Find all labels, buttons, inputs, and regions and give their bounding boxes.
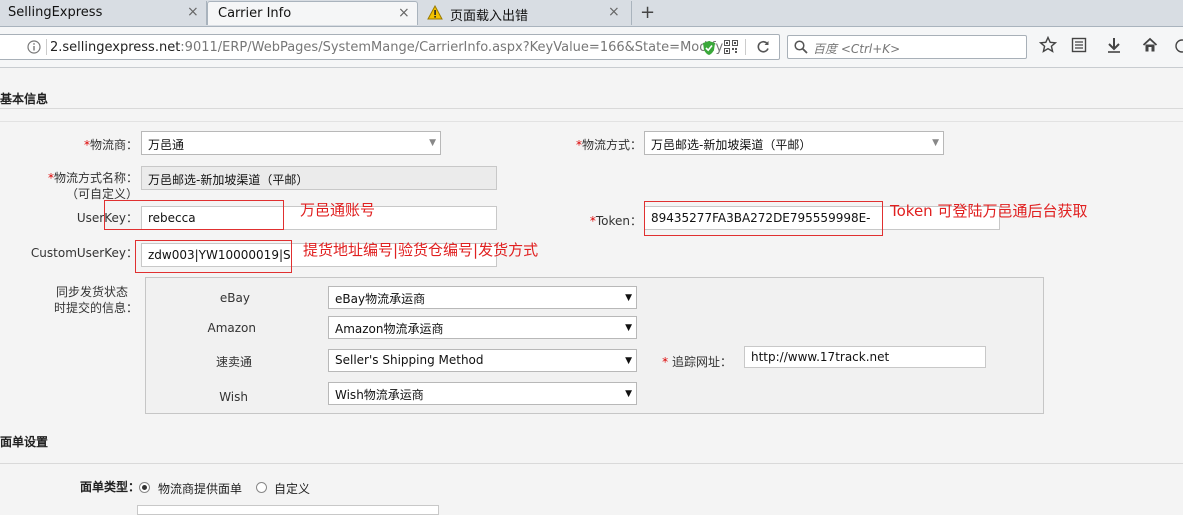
shipping-method-select[interactable]: 万邑邮选-新加坡渠道（平邮） ▼ [644, 131, 944, 155]
userkey-highlight [104, 200, 284, 230]
search-input[interactable]: 百度 <Ctrl+K> [813, 40, 900, 57]
carrier-select[interactable]: 万邑通 ▼ [141, 131, 441, 155]
radio-label-custom: 自定义 [274, 482, 311, 496]
divider [0, 121, 1183, 122]
warning-icon [427, 4, 443, 24]
url-divider [46, 39, 47, 55]
reading-list-icon[interactable] [1071, 37, 1087, 56]
chevron-down-icon: ▼ [625, 389, 632, 399]
new-tab-button[interactable]: + [640, 2, 655, 23]
radio-custom[interactable] [256, 482, 267, 493]
platform-label-aliexpress: 速卖通 [215, 355, 252, 369]
token-label: *Token： [589, 214, 642, 228]
tracking-url-label: * 追踪网址： [662, 355, 732, 369]
method-name-field[interactable]: 万邑邮选-新加坡渠道（平邮） [141, 166, 497, 190]
url-divider [745, 39, 746, 55]
chevron-down-icon: ▼ [625, 293, 632, 303]
url-text[interactable]: 2.sellingexpress.net:9011/ERP/WebPages/S… [50, 40, 723, 55]
platform-label-ebay: eBay [219, 291, 250, 305]
customuserkey-annotation: 提货地址编号|验货仓编号|发货方式 [303, 241, 539, 259]
label-template-select[interactable] [137, 505, 439, 515]
close-icon[interactable]: × [398, 5, 410, 21]
chevron-down-icon: ▼ [625, 323, 632, 333]
tab-carrier-info[interactable]: Carrier Info × [207, 1, 418, 25]
carrier-label: *物流商： [83, 138, 138, 152]
platform-label-amazon: Amazon [207, 321, 257, 335]
chevron-down-icon: ▼ [625, 356, 632, 366]
customuserkey-label: CustomUserKey： [30, 246, 138, 260]
customuserkey-highlight [135, 240, 292, 273]
star-bookmark-icon[interactable] [1038, 35, 1058, 59]
label-type-label: 面单类型： [80, 480, 141, 494]
close-icon[interactable]: × [608, 4, 620, 20]
sync-label-2: 时提交的信息： [53, 301, 138, 315]
section-title-basic: 基本信息 [0, 92, 49, 106]
radio-carrier-provided[interactable] [139, 482, 150, 493]
tracking-url-field[interactable]: http://www.17track.net [744, 346, 986, 368]
ebay-carrier-select[interactable]: eBay物流承运商 ▼ [328, 286, 637, 309]
divider [0, 108, 1183, 109]
home-icon[interactable] [1142, 37, 1158, 56]
sync-label: 同步发货状态 [55, 285, 128, 299]
radio-label-carrier-provided: 物流商提供面单 [158, 482, 243, 496]
token-annotation: Token 可登陆万邑通后台获取 [890, 202, 1088, 220]
tab-label: Carrier Info [218, 6, 292, 21]
tab-label: SellingExpress [8, 5, 103, 20]
chevron-down-icon: ▼ [429, 138, 436, 148]
tab-load-error[interactable]: 页面载入出错 × [418, 1, 632, 25]
tab-sellingexpress[interactable]: SellingExpress × [0, 1, 207, 25]
overflow-icon[interactable] [1174, 36, 1183, 59]
amazon-carrier-select[interactable]: Amazon物流承运商 ▼ [328, 316, 637, 339]
wish-carrier-select[interactable]: Wish物流承运商 ▼ [328, 382, 637, 405]
shipping-method-label: *物流方式： [575, 138, 642, 152]
download-icon[interactable] [1106, 37, 1122, 56]
platform-label-wish: Wish [219, 390, 248, 404]
method-name-label: *物流方式名称： [47, 171, 138, 185]
userkey-annotation: 万邑通账号 [300, 201, 376, 219]
close-icon[interactable]: × [187, 4, 199, 20]
reload-icon[interactable] [756, 40, 770, 57]
info-icon[interactable] [27, 40, 41, 57]
aliexpress-carrier-select[interactable]: Seller's Shipping Method ▼ [328, 349, 637, 372]
divider [0, 463, 1183, 464]
search-icon[interactable] [794, 40, 808, 57]
qr-code-icon[interactable] [724, 40, 738, 57]
chevron-down-icon: ▼ [932, 138, 939, 148]
shield-icon[interactable] [702, 40, 716, 59]
token-highlight [644, 201, 883, 236]
section-title-label-settings: 面单设置 [0, 435, 49, 449]
